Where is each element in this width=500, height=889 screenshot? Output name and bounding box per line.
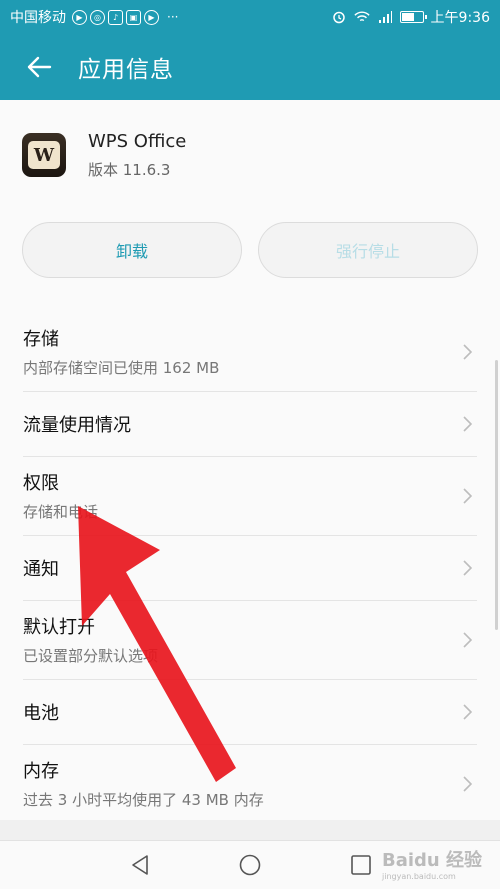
list-item-title: 默认打开 (23, 617, 95, 638)
signal-icon (377, 10, 393, 24)
list-item-title: 内存 (23, 761, 59, 782)
nav-recent-square-icon[interactable] (349, 853, 373, 877)
wifi-icon (353, 10, 370, 24)
nav-home-circle-icon[interactable] (238, 853, 262, 877)
chevron-right-icon (463, 703, 473, 720)
app-header: W WPS Office 版本 11.6.3 (0, 100, 500, 210)
list-item-title: 电池 (23, 702, 59, 724)
list-item-title: 流量使用情况 (23, 414, 131, 436)
action-buttons: 卸载 强行停止 (22, 222, 478, 278)
list-item-open-by-default[interactable]: 默认打开 已设置部分默认选项 (0, 600, 500, 679)
app-notification-icon: ◎ (90, 9, 105, 25)
list-item-title: 权限 (23, 473, 59, 494)
list-item-subtitle: 已设置部分默认选项 (23, 647, 159, 665)
list-item-subtitle: 内部存储空间已使用 162 MB (23, 359, 220, 377)
battery-icon (399, 11, 427, 23)
app-bar: 应用信息 (0, 34, 500, 100)
list-item-title: 存储 (23, 329, 59, 350)
list-item-subtitle: 过去 3 小时平均使用了 43 MB 内存 (23, 791, 264, 809)
app-notification-icon: ▶ (72, 9, 87, 25)
play-notification-icon: ▶ (144, 9, 159, 25)
page-title: 应用信息 (78, 57, 174, 83)
nav-back-triangle-icon[interactable] (128, 853, 152, 877)
wps-logo-icon: W (22, 133, 66, 177)
list-item-subtitle: 存储和电话 (23, 503, 99, 521)
chevron-right-icon (463, 487, 473, 504)
settings-list: 存储 内部存储空间已使用 162 MB 流量使用情况 权限 存储和电话 通知 默… (0, 312, 500, 823)
chevron-right-icon (463, 775, 473, 792)
more-notifications-icon: ··· (167, 10, 179, 24)
force-stop-button: 强行停止 (258, 222, 478, 278)
battery-level (401, 13, 414, 21)
back-button[interactable] (0, 34, 78, 100)
tiktok-notification-icon: ♪ (108, 9, 123, 25)
uninstall-button[interactable]: 卸载 (22, 222, 242, 278)
list-item-memory[interactable]: 内存 过去 3 小时平均使用了 43 MB 内存 (0, 744, 500, 823)
video-notification-icon: ▣ (126, 9, 141, 25)
chevron-right-icon (463, 415, 473, 432)
list-item-storage[interactable]: 存储 内部存储空间已使用 162 MB (0, 312, 500, 391)
chevron-right-icon (463, 559, 473, 576)
list-item-battery[interactable]: 电池 (0, 679, 500, 744)
app-name: WPS Office (88, 130, 187, 152)
chevron-right-icon (463, 343, 473, 360)
list-item-notifications[interactable]: 通知 (0, 535, 500, 600)
list-item-data-usage[interactable]: 流量使用情况 (0, 391, 500, 456)
baidu-watermark-url: jingyan.baidu.com (382, 872, 456, 881)
chevron-right-icon (463, 631, 473, 648)
carrier-label: 中国移动 (10, 10, 66, 26)
wps-logo-letter: W (28, 141, 60, 169)
list-item-title: 通知 (23, 558, 59, 580)
scrollbar[interactable] (495, 360, 498, 630)
app-version: 版本 11.6.3 (88, 160, 171, 179)
arrow-left-icon (27, 56, 52, 78)
status-bar: 中国移动 ▶ ◎ ♪ ▣ ▶ ··· 上午9:36 (0, 0, 500, 34)
baidu-watermark: Baidu 经验 (382, 850, 483, 871)
clock: 上午9:36 (430, 10, 490, 26)
alarm-icon (331, 10, 347, 24)
list-item-permissions[interactable]: 权限 存储和电话 (0, 456, 500, 535)
